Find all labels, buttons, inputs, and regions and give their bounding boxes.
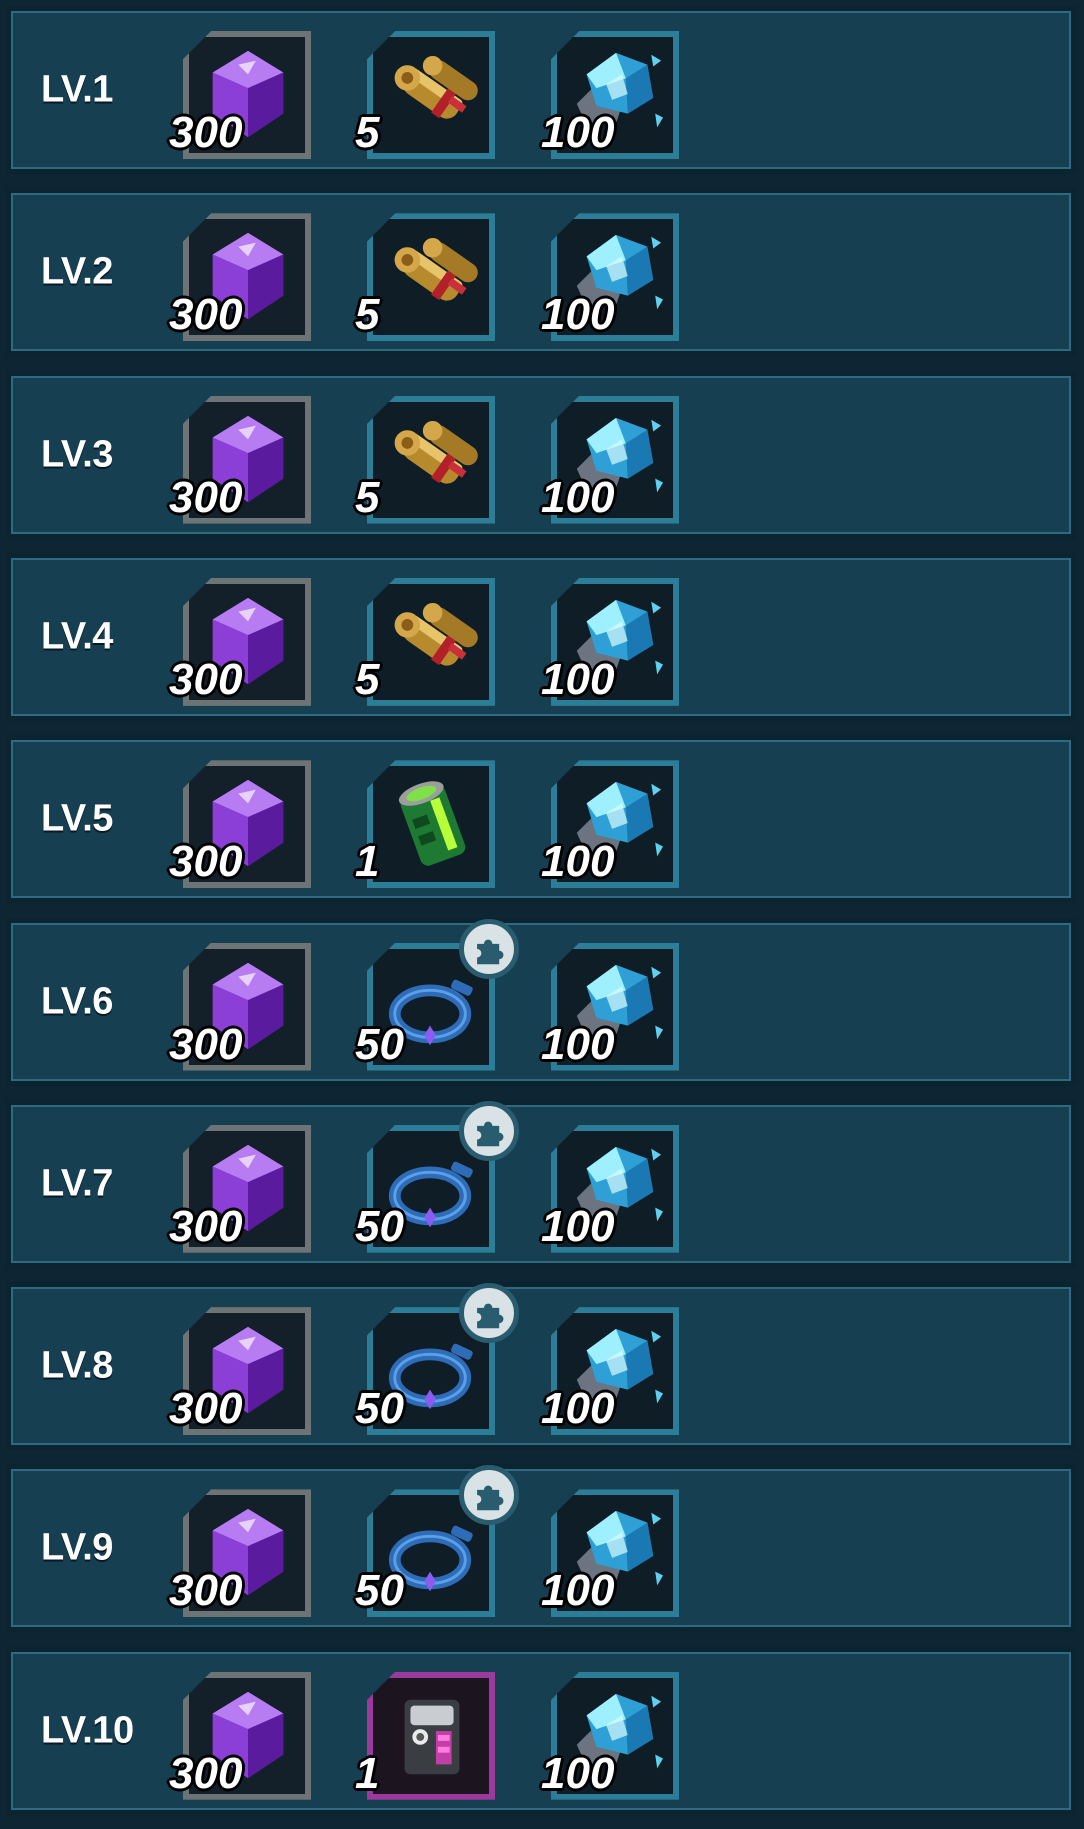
reward-quantity: 100 bbox=[541, 1748, 615, 1798]
reward-quantity: 5 bbox=[355, 290, 380, 340]
reward-quantity: 300 bbox=[169, 1019, 243, 1069]
fragment-badge bbox=[459, 918, 519, 979]
reward-quantity: 300 bbox=[169, 837, 243, 887]
reward-quantity: 300 bbox=[169, 472, 243, 522]
reward-quantity: 300 bbox=[169, 1748, 243, 1798]
reward-quantity: 100 bbox=[541, 1201, 615, 1251]
fragment-badge bbox=[459, 1100, 519, 1161]
reward-slot-2[interactable] bbox=[367, 31, 495, 159]
level-label: LV.7 bbox=[41, 1162, 113, 1205]
level-label: LV.5 bbox=[41, 797, 113, 840]
reward-quantity: 100 bbox=[541, 108, 615, 157]
level-row: LV.2 300 5 100 bbox=[6, 188, 1076, 357]
level-label: LV.3 bbox=[41, 433, 113, 476]
reward-quantity: 50 bbox=[355, 1566, 404, 1616]
level-row: LV.3 300 5 100 bbox=[6, 370, 1076, 539]
reward-quantity: 50 bbox=[355, 1201, 404, 1251]
level-label: LV.2 bbox=[41, 250, 113, 293]
fragment-badge bbox=[459, 1465, 519, 1526]
reward-quantity: 300 bbox=[169, 290, 243, 340]
level-label: LV.10 bbox=[41, 1709, 134, 1752]
reward-quantity: 5 bbox=[355, 472, 380, 522]
level-row: LV.1 300 5 100 bbox=[6, 6, 1076, 174]
level-row: LV.8 300 50 100 bbox=[6, 1282, 1076, 1451]
reward-slot-2[interactable] bbox=[367, 577, 495, 706]
level-row: LV.9 300 50 100 bbox=[6, 1464, 1076, 1633]
reward-quantity: 300 bbox=[169, 654, 243, 704]
reward-quantity: 50 bbox=[355, 1384, 404, 1434]
reward-quantity: 300 bbox=[169, 1384, 243, 1434]
reward-slot-2[interactable] bbox=[367, 760, 495, 889]
level-row: LV.5 300 1 100 bbox=[6, 735, 1076, 904]
reward-quantity: 300 bbox=[169, 108, 243, 157]
reward-slot-2[interactable] bbox=[367, 1671, 495, 1800]
level-label: LV.9 bbox=[41, 1526, 113, 1569]
level-rewards-list: LV.1 300 5 100 LV.2 300 5 100 LV.3 300 5 100 LV.4 300… bbox=[0, 0, 1084, 1829]
reward-quantity: 100 bbox=[541, 654, 615, 704]
level-label: LV.1 bbox=[41, 68, 113, 111]
reward-quantity: 50 bbox=[355, 1019, 404, 1069]
reward-quantity: 5 bbox=[355, 108, 380, 157]
reward-quantity: 1 bbox=[355, 837, 380, 887]
reward-quantity: 100 bbox=[541, 837, 615, 887]
reward-quantity: 100 bbox=[541, 1566, 615, 1616]
level-row: LV.10 300 1 100 bbox=[6, 1646, 1076, 1815]
level-row: LV.7 300 50 100 bbox=[6, 1099, 1076, 1268]
reward-quantity: 100 bbox=[541, 290, 615, 340]
fragment-badge bbox=[459, 1283, 519, 1344]
reward-quantity: 300 bbox=[169, 1201, 243, 1251]
reward-quantity: 100 bbox=[541, 1019, 615, 1069]
reward-slot-2[interactable] bbox=[367, 213, 495, 342]
level-row: LV.4 300 5 100 bbox=[6, 552, 1076, 721]
level-label: LV.6 bbox=[41, 980, 113, 1022]
reward-quantity: 100 bbox=[541, 472, 615, 522]
level-label: LV.8 bbox=[41, 1344, 113, 1387]
reward-quantity: 300 bbox=[169, 1566, 243, 1616]
level-row: LV.6 300 50 100 bbox=[6, 917, 1076, 1086]
reward-quantity: 1 bbox=[355, 1748, 380, 1798]
reward-slot-2[interactable] bbox=[367, 395, 495, 524]
level-label: LV.4 bbox=[41, 615, 113, 658]
reward-quantity: 5 bbox=[355, 654, 380, 704]
reward-quantity: 100 bbox=[541, 1384, 615, 1434]
